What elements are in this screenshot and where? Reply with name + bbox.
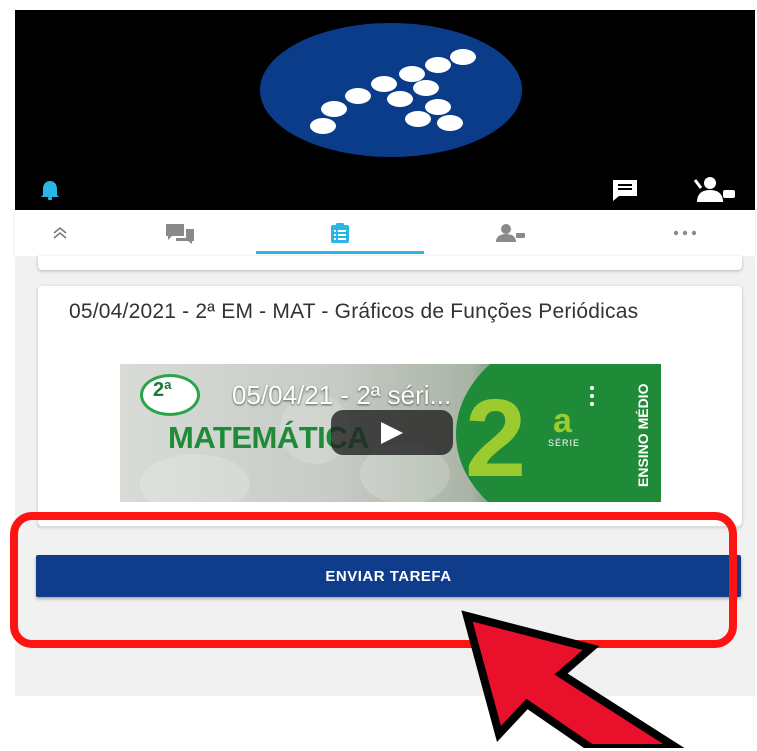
video-more-icon[interactable]: [590, 386, 594, 410]
task-title: 05/04/2021 - 2ª EM - MAT - Gráficos de F…: [69, 300, 639, 323]
tab-collapse[interactable]: [15, 210, 105, 256]
clipboard-icon: [331, 223, 349, 243]
grade-superscript: a: [553, 402, 572, 440]
tab-more[interactable]: [615, 210, 755, 256]
tab-people[interactable]: [425, 210, 595, 256]
tab-chat[interactable]: [105, 210, 255, 256]
play-icon: [381, 422, 403, 444]
app-header: [15, 10, 755, 210]
level-label: ENSINO MÉDIO: [635, 383, 651, 487]
active-tab-indicator: [256, 251, 424, 254]
tab-tasks[interactable]: [256, 210, 424, 256]
previous-card: [38, 256, 742, 270]
tab-bar: [15, 210, 755, 256]
dot-cluster-logo-icon: [260, 23, 522, 157]
person-icon: [496, 224, 525, 242]
support-agent-icon[interactable]: [693, 176, 737, 204]
grade-label: SÉRIE: [548, 438, 581, 448]
bell-icon[interactable]: [39, 180, 61, 200]
message-icon[interactable]: [611, 178, 639, 202]
grade-badge: 2ª: [140, 374, 200, 416]
video-title[interactable]: 05/04/21 - 2ª séri...: [232, 380, 451, 411]
chat-icon: [166, 224, 194, 244]
video-thumbnail[interactable]: 2ª 05/04/21 - 2ª séri... MATEMÁTICA 2 a …: [120, 364, 661, 502]
more-horizontal-icon: [673, 230, 697, 236]
pointer-arrow-icon: [461, 610, 685, 748]
grade-number: 2: [465, 377, 527, 500]
play-button[interactable]: [331, 410, 453, 455]
collapse-chevron-icon: [53, 226, 67, 239]
